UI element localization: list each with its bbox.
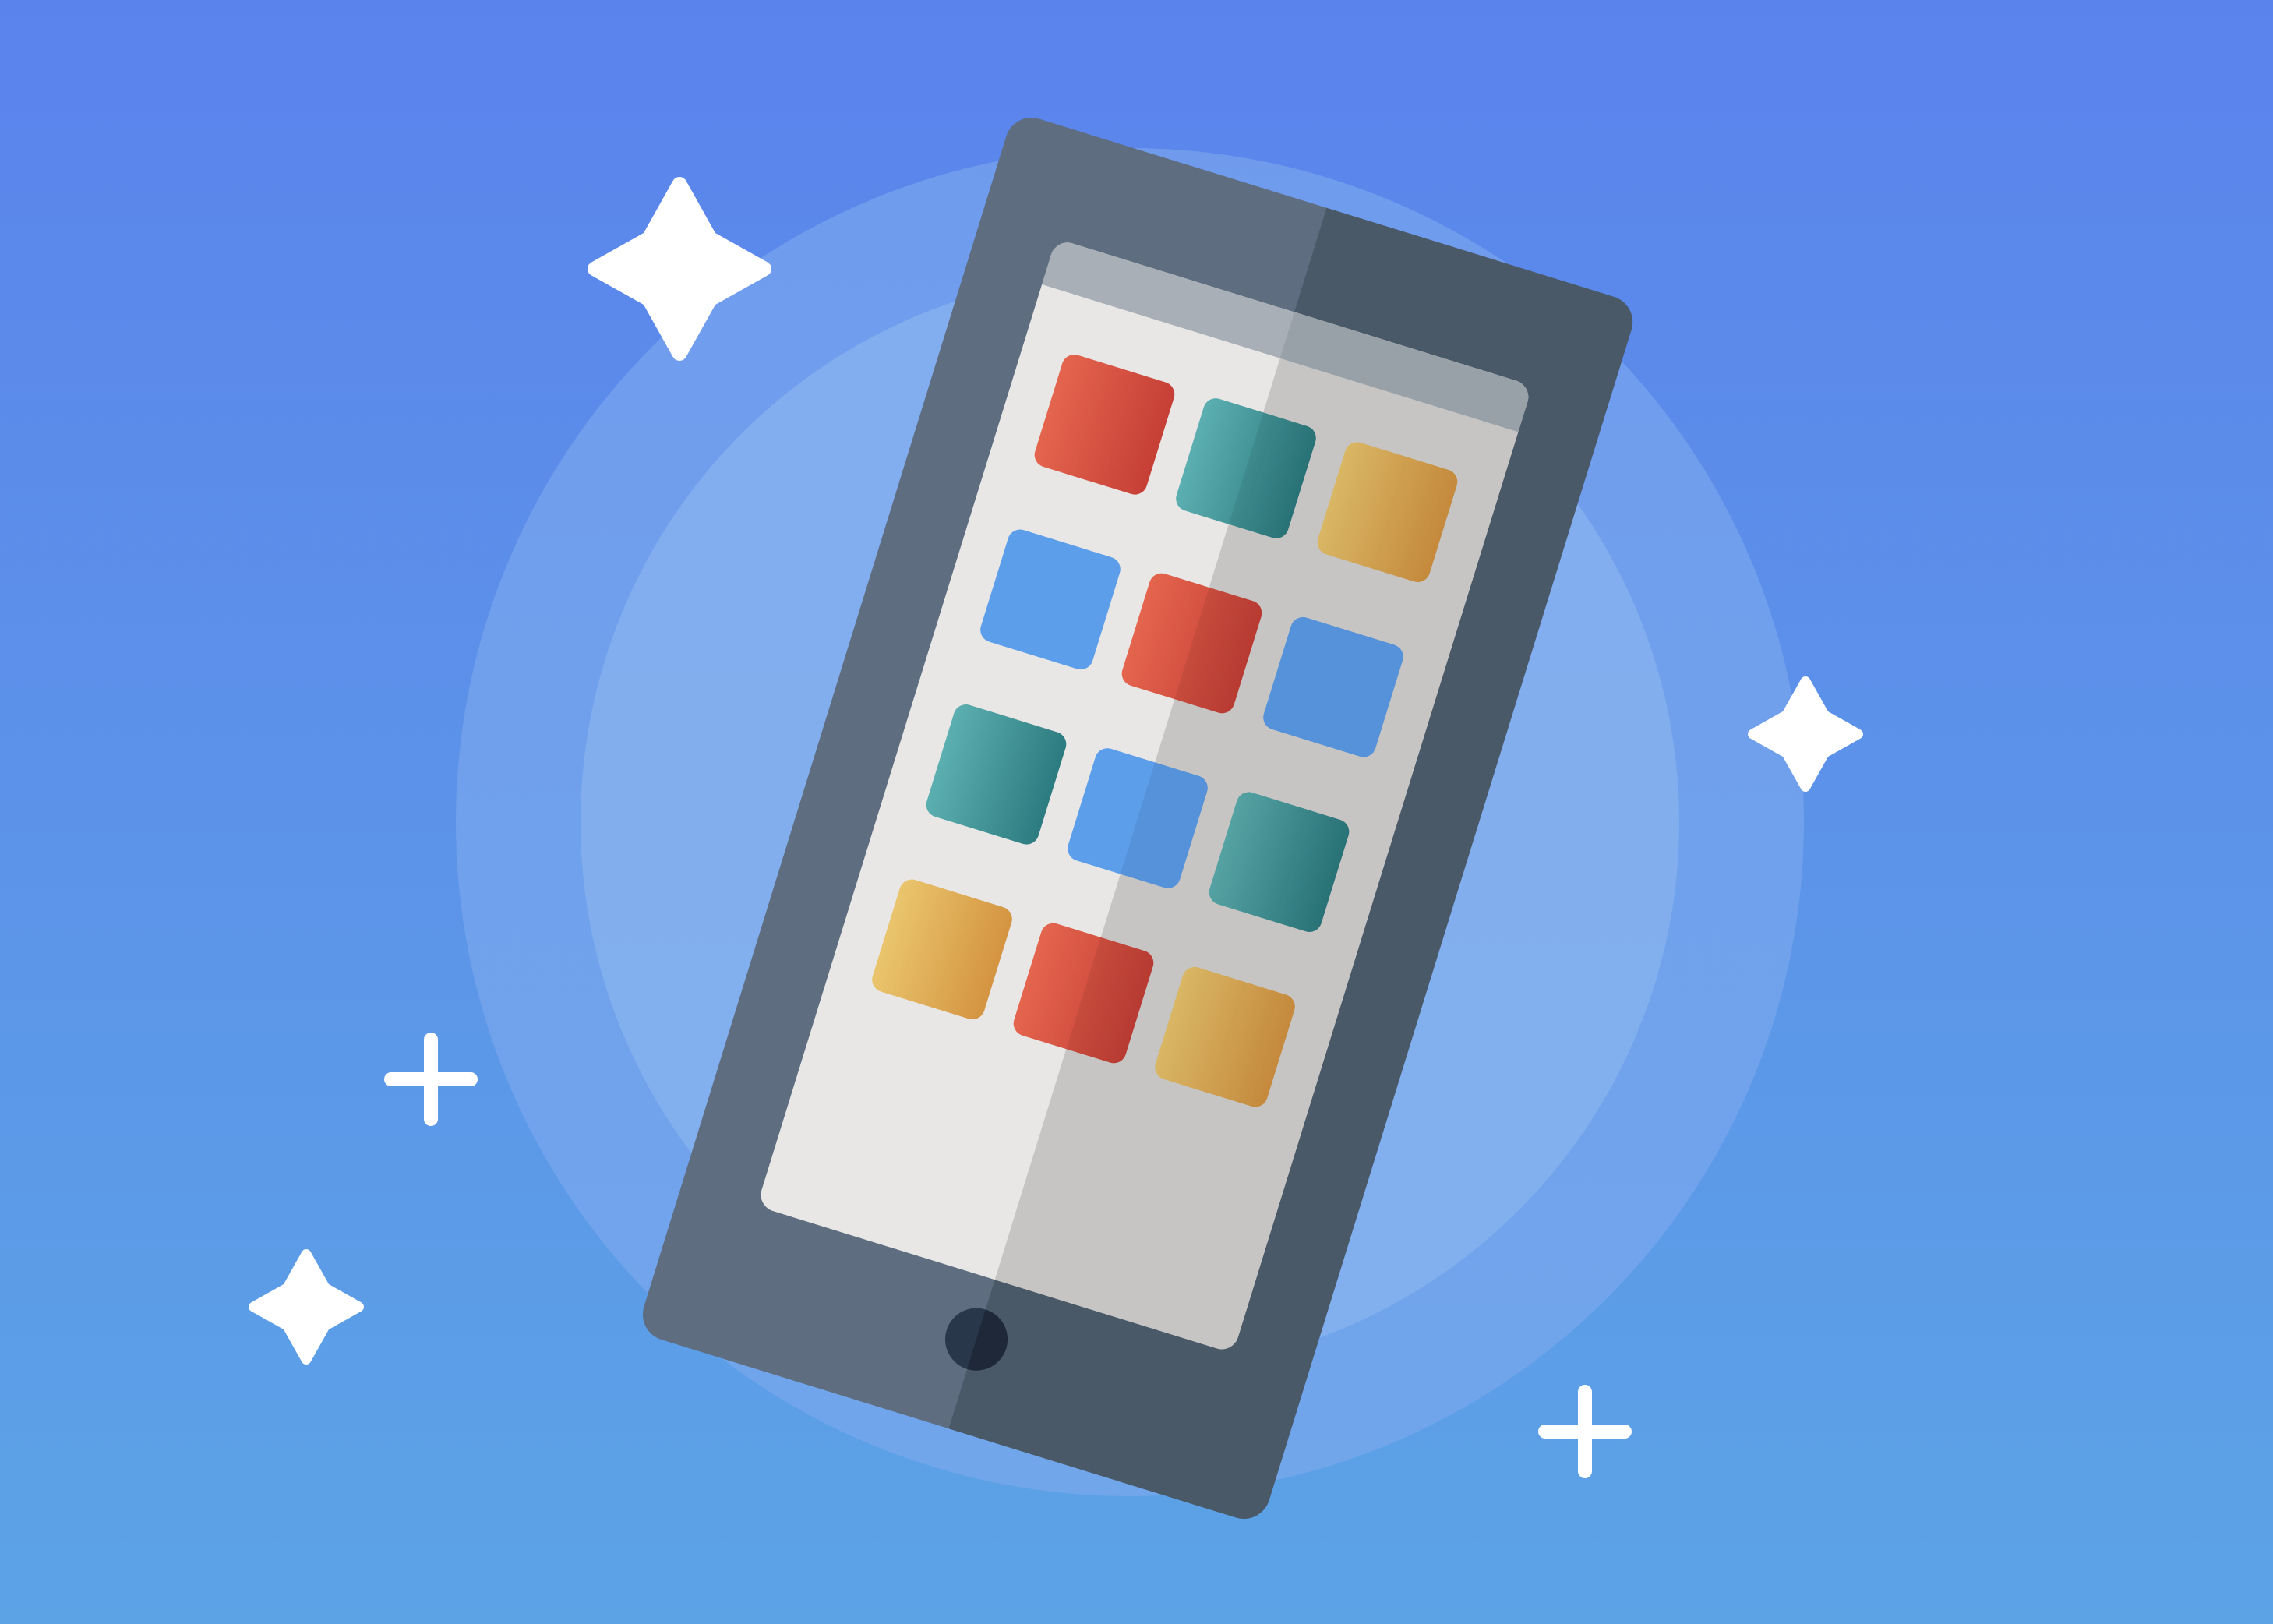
tablet-illustration: [0, 0, 2273, 1624]
illustration-canvas: [0, 0, 2273, 1624]
